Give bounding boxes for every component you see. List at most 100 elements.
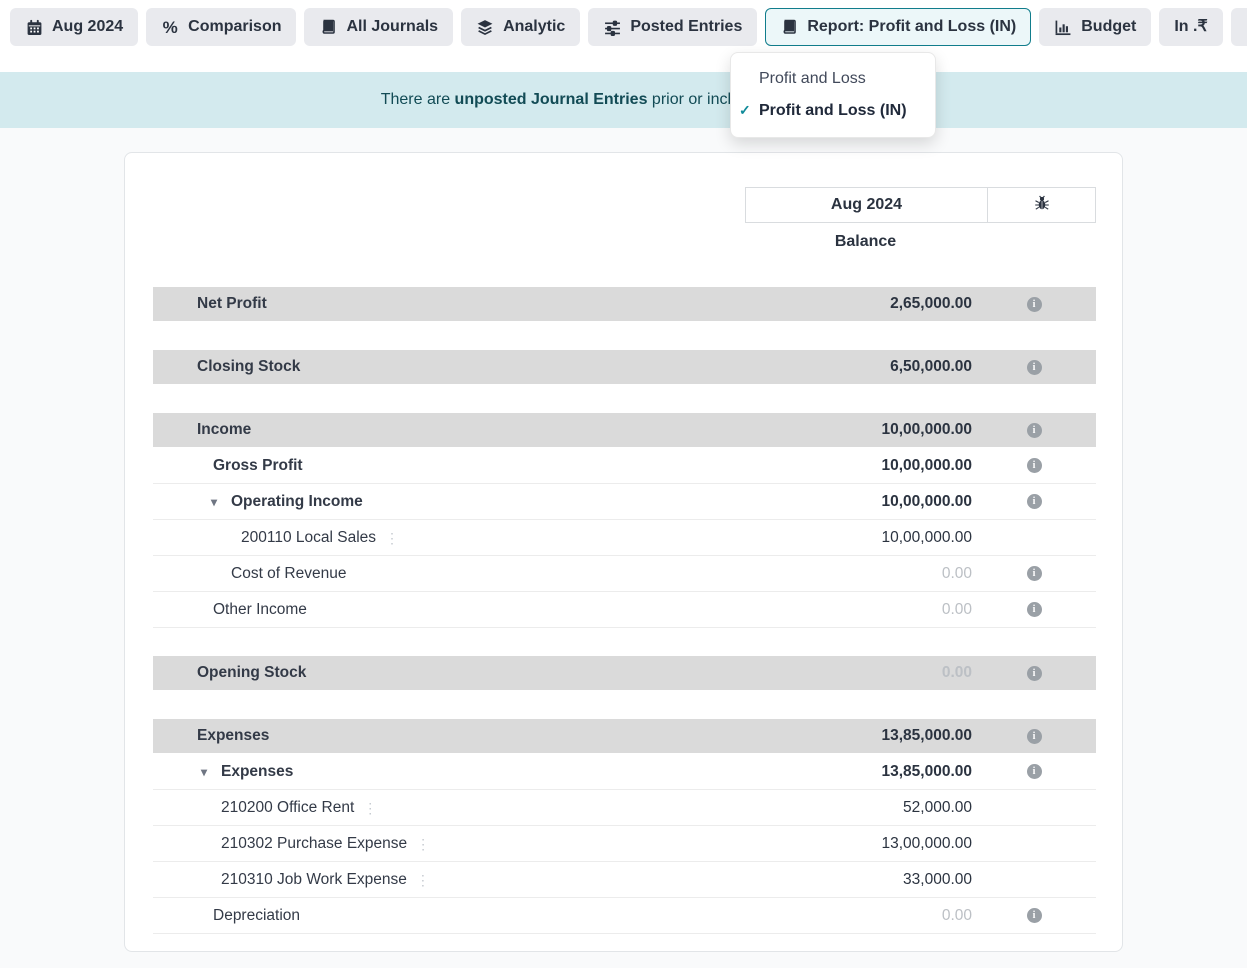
kebab-menu-icon[interactable]: ⋮ [385,531,399,545]
row-spacer [153,385,1096,413]
info-icon[interactable]: i [1027,602,1042,617]
filter-posted-button[interactable]: Posted Entries [588,8,757,46]
row-balance-value: 13,85,000.00 [812,763,972,781]
filter-comparison-label: Comparison [188,19,281,35]
report-row-expenses[interactable]: ▾Expenses 13,85,000.00 i [153,754,1096,790]
row-label: 210310 Job Work Expense [221,871,407,889]
report-row-expenses[interactable]: Expenses13,85,000.00i [153,719,1096,753]
sliders-icon [603,18,621,36]
row-balance-value: 13,85,000.00 [812,727,972,745]
filter-comparison-button[interactable]: % Comparison [146,8,296,46]
layers-icon [476,18,494,36]
row-balance-value: 10,00,000.00 [812,457,972,475]
kebab-menu-icon[interactable]: ⋮ [416,873,430,887]
row-label: Operating Income [231,493,363,511]
report-row-net-profit[interactable]: Net Profit 2,65,000.00 i [153,287,1096,321]
report-row-200110-local-sales[interactable]: 200110 Local Sales ⋮ 10,00,000.00 [153,520,1096,556]
caret-down-icon[interactable]: ▾ [201,765,221,779]
filter-analytic-label: Analytic [503,19,565,35]
row-label: Closing Stock [197,358,300,376]
report-row-gross-profit[interactable]: Gross Profit 10,00,000.00 i [153,448,1096,484]
row-label: Income [197,421,251,439]
row-balance-value: 52,000.00 [812,799,972,817]
report-row-income[interactable]: Income 10,00,000.00 i [153,413,1096,447]
row-label: Gross Profit [213,457,303,475]
info-icon[interactable]: i [1027,297,1042,312]
filter-journals-button[interactable]: All Journals [304,8,453,46]
column-header-period: Aug 2024 [745,187,988,223]
report-row-210302-purchase-expense[interactable]: 210302 Purchase Expense⋮13,00,000.00 [153,826,1096,862]
dropdown-item-profit-and-loss-in[interactable]: ✓ Profit and Loss (IN) [731,95,935,127]
check-icon: ✓ [739,102,751,119]
row-balance-value: 10,00,000.00 [812,421,972,439]
calendar-icon [25,18,43,36]
report-row-closing-stock[interactable]: Closing Stock 6,50,000.00 i [153,350,1096,384]
info-icon[interactable]: i [1027,458,1042,473]
filter-journals-label: All Journals [346,19,438,35]
row-label: Net Profit [197,295,267,313]
dropdown-item-label: Profit and Loss (IN) [759,102,907,119]
bug-icon [1034,195,1050,216]
row-spacer [153,322,1096,350]
report-card: Aug 2024 [124,152,1123,952]
filter-currency-label: In .₹ [1174,19,1207,35]
report-row-opening-stock[interactable]: Opening Stock 0.00 i [153,656,1096,690]
row-balance-value: 0.00 [812,907,972,925]
filter-toolbar: Aug 2024% Comparison All Journals Analytic P… [0,0,1247,72]
row-balance-value: 0.00 [812,601,972,619]
row-balance-value: 10,00,000.00 [812,493,972,511]
kebab-menu-icon[interactable]: ⋮ [416,837,430,851]
row-label: Depreciation [213,907,300,925]
row-label: 200110 Local Sales [241,529,376,547]
report-row-210310-job-work-expense[interactable]: 210310 Job Work Expense ⋮ 33,000.00 [153,862,1096,898]
book-icon [780,18,798,36]
filter-period-button[interactable]: Aug 2024 [10,8,138,46]
filter-report-label: Report: Profit and Loss (IN) [807,19,1016,35]
caret-down-icon[interactable]: ▾ [211,495,231,509]
filter-currency-button[interactable]: In .₹ [1159,8,1222,46]
row-balance-value: 2,65,000.00 [812,295,972,313]
balance-subheader: Balance [744,233,987,251]
report-row-other-income[interactable]: Other Income 0.00 i [153,592,1096,628]
row-balance-value: 10,00,000.00 [812,529,972,547]
filter-report-button[interactable]: Report: Profit and Loss (IN) [765,8,1031,46]
debug-button[interactable] [987,187,1096,223]
filter-period-label: Aug 2024 [52,19,123,35]
report-row-operating-income[interactable]: ▾Operating Income 10,00,000.00 i [153,484,1096,520]
report-row-cost-of-revenue[interactable]: Cost of Revenue 0.00 i [153,556,1096,592]
kebab-menu-icon[interactable]: ⋮ [363,801,377,815]
info-icon[interactable]: i [1027,423,1042,438]
filter-budget-label: Budget [1081,19,1136,35]
report-table: Aug 2024 [153,187,1096,934]
row-balance-value: 0.00 [812,565,972,583]
row-label: 210200 Office Rent [221,799,354,817]
row-label: Other Income [213,601,307,619]
info-icon[interactable]: i [1027,764,1042,779]
unposted-entries-banner: There are unposted Journal Entries prior… [0,72,1247,128]
report-row-210200-office-rent[interactable]: 210200 Office Rent ⋮ 52,000.00 [153,790,1096,826]
filter-settings-button[interactable]: ⚙⚙ [1231,8,1247,46]
filter-posted-label: Posted Entries [630,19,742,35]
info-icon[interactable]: i [1027,666,1042,681]
book-icon [319,18,337,36]
report-dropdown-menu: Profit and Loss ✓ Profit and Loss (IN) [730,52,936,138]
info-icon[interactable]: i [1027,908,1042,923]
info-icon[interactable]: i [1027,566,1042,581]
percent-icon: % [161,18,179,36]
row-balance-value: 6,50,000.00 [812,358,972,376]
row-label: Cost of Revenue [231,565,346,583]
bar-chart-icon [1054,18,1072,36]
report-row-depreciation[interactable]: Depreciation 0.00 i [153,898,1096,934]
filter-analytic-button[interactable]: Analytic [461,8,580,46]
info-icon[interactable]: i [1027,729,1042,744]
row-label: Expenses [221,763,293,781]
dropdown-item-label: Profit and Loss [759,70,866,87]
row-balance-value: 13,00,000.00 [812,835,972,853]
info-icon[interactable]: i [1027,360,1042,375]
row-balance-value: 33,000.00 [812,871,972,889]
info-icon[interactable]: i [1027,494,1042,509]
row-label: Opening Stock [197,664,306,682]
dropdown-item-profit-and-loss[interactable]: Profit and Loss [731,63,935,95]
filter-budget-button[interactable]: Budget [1039,8,1151,46]
row-balance-value: 0.00 [812,664,972,682]
